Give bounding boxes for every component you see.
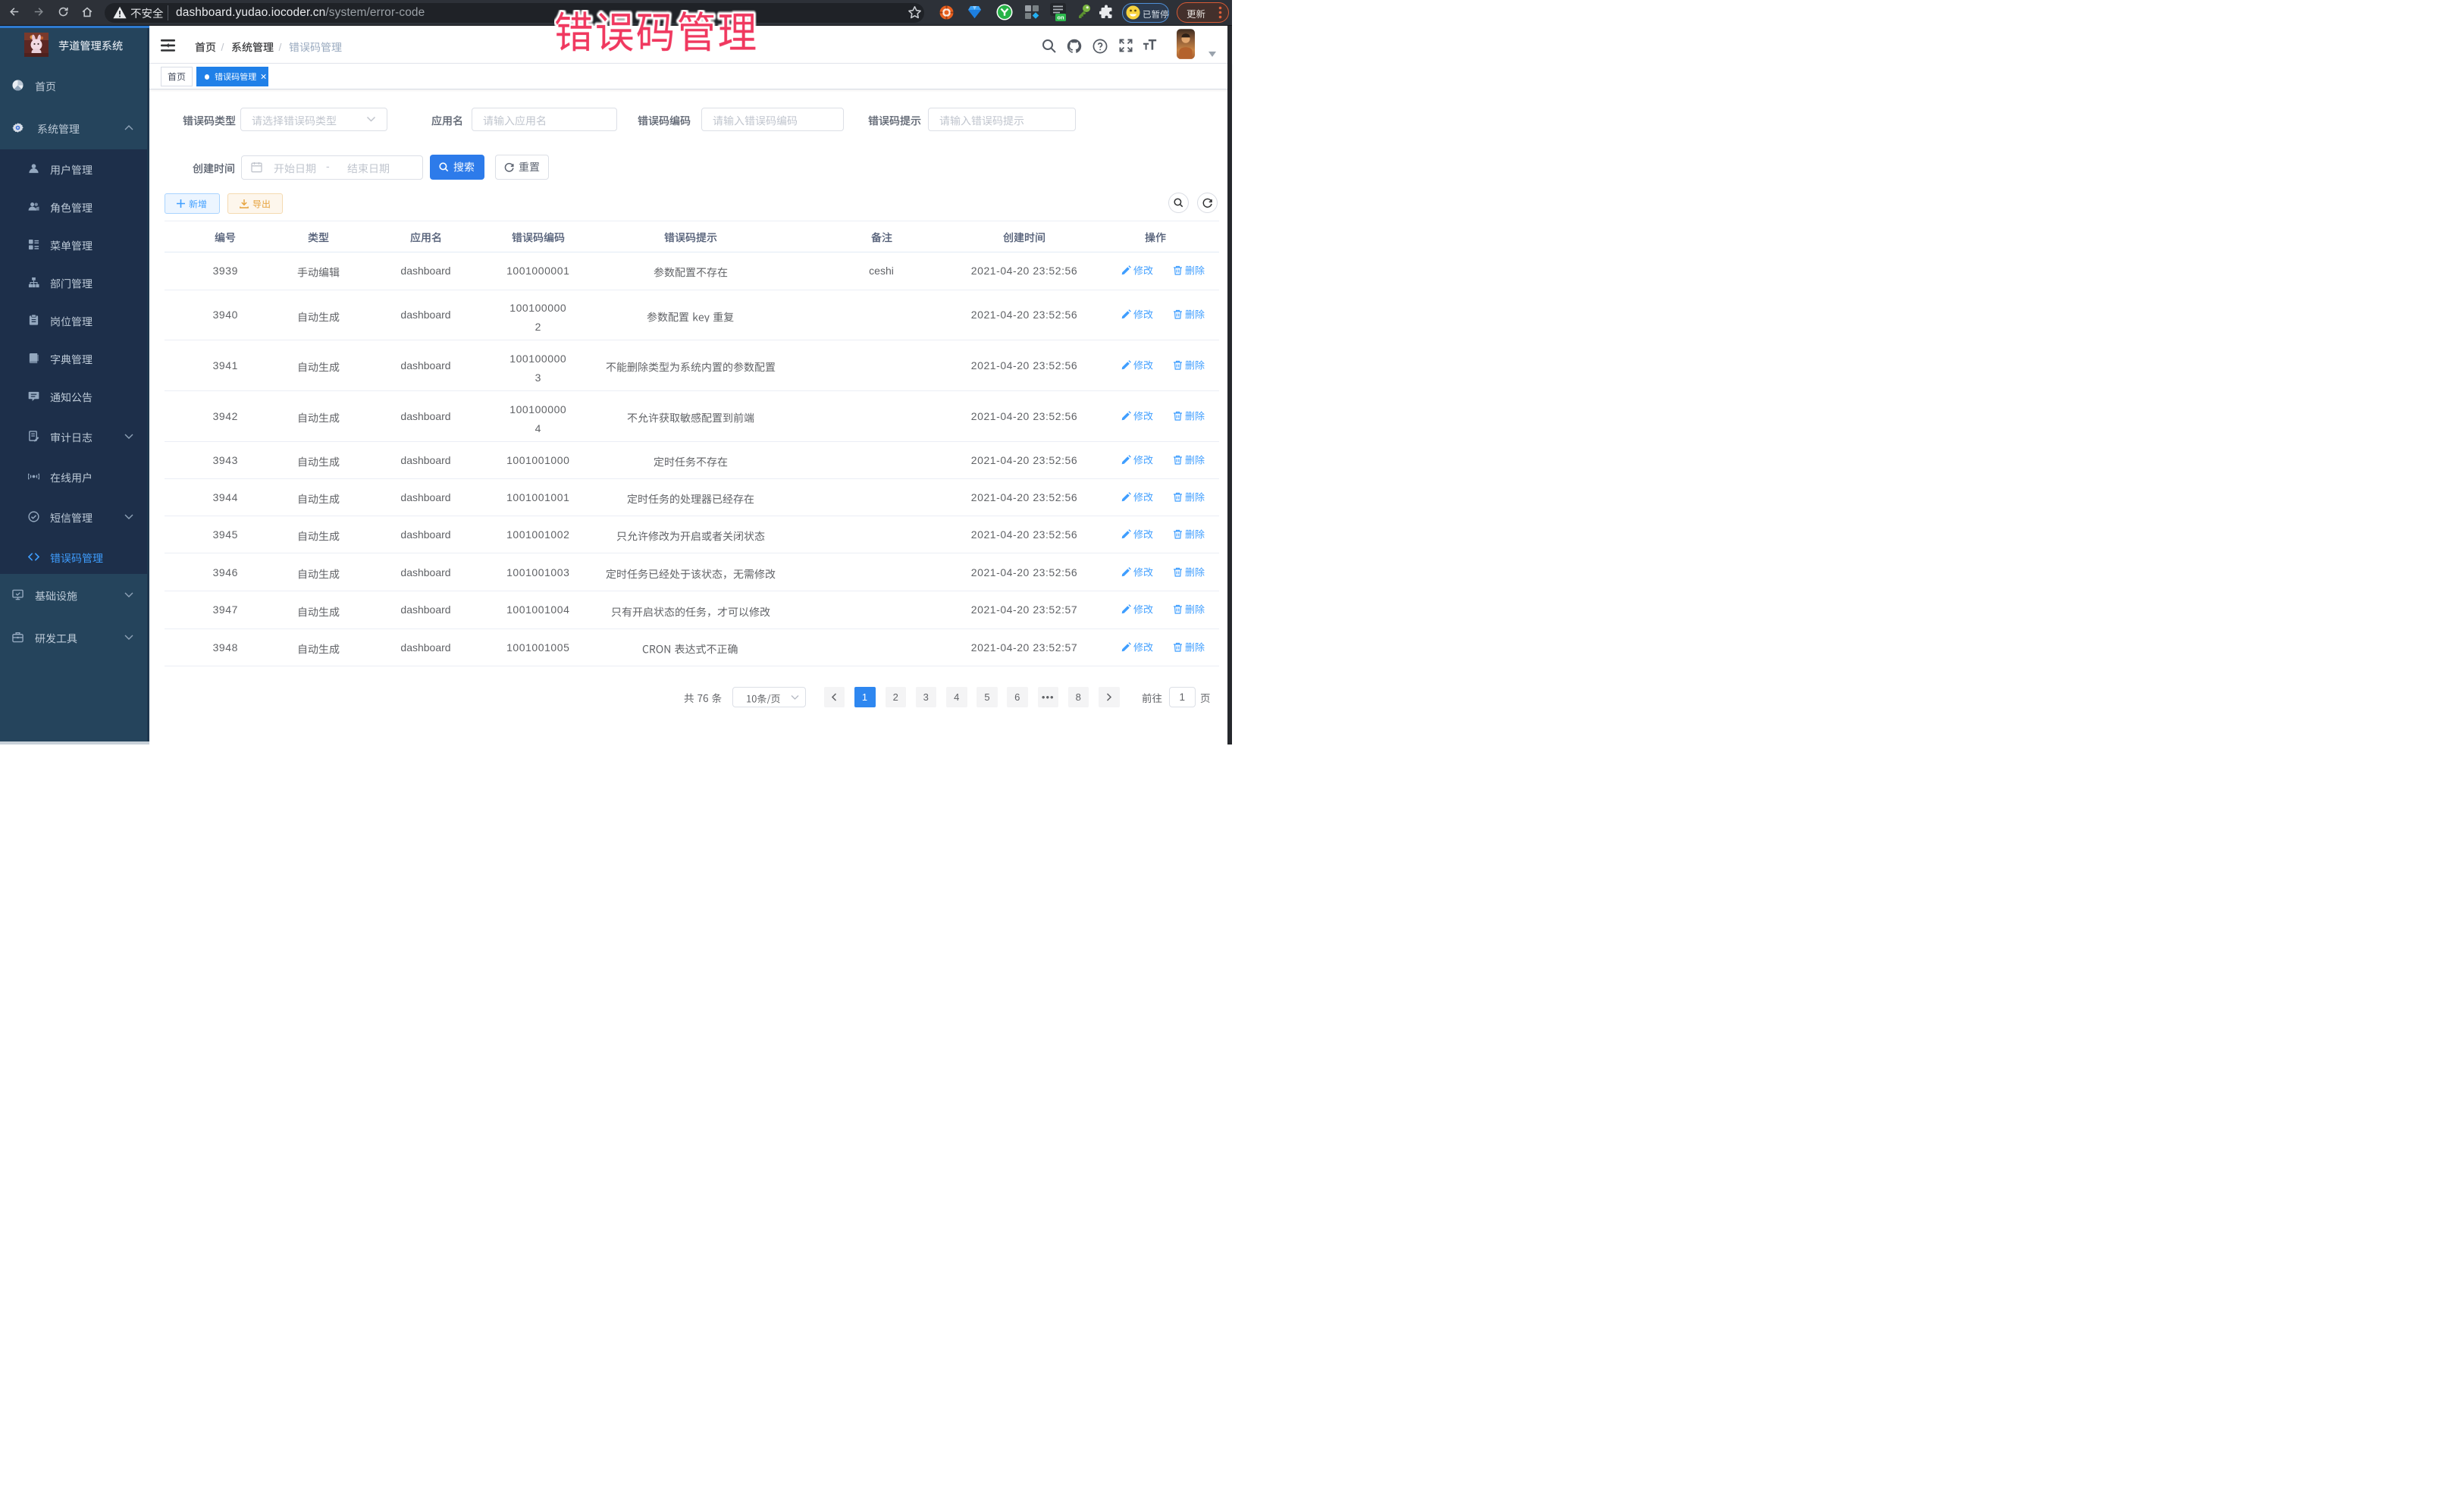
svg-text:on: on bbox=[1057, 14, 1064, 21]
